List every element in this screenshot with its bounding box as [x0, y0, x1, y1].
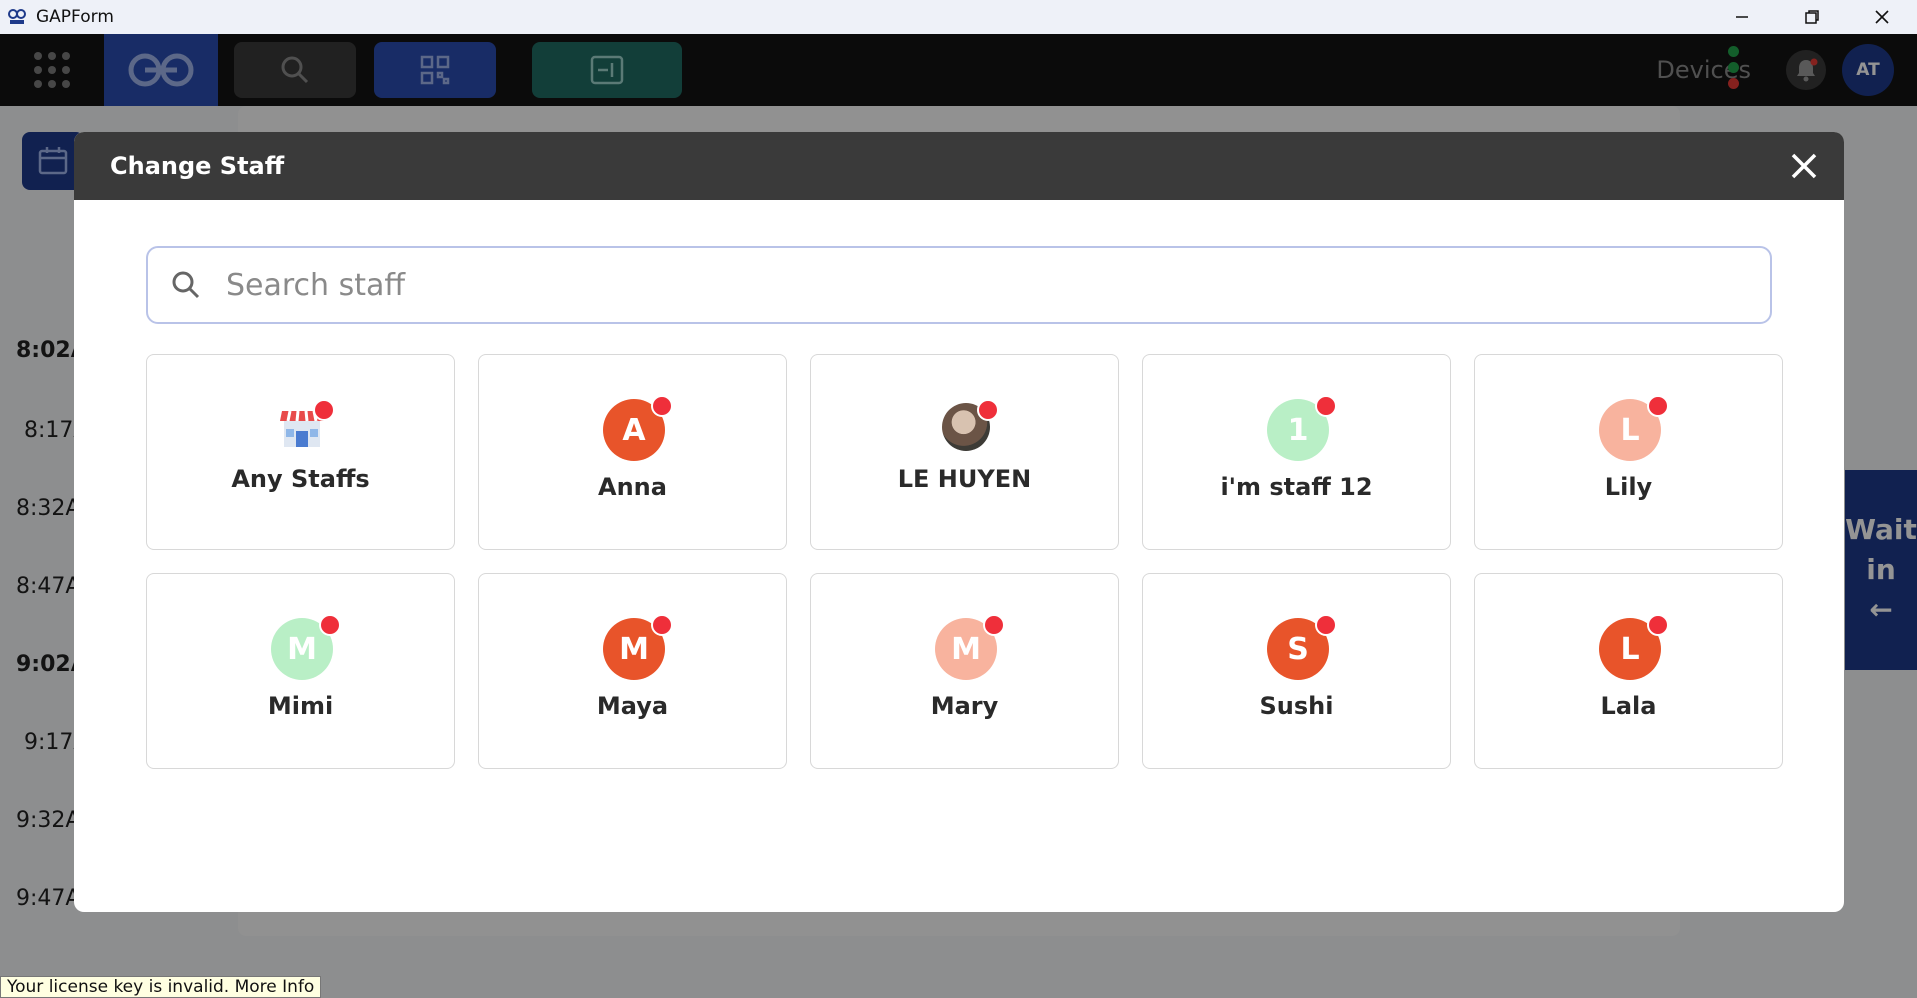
- staff-card[interactable]: M Mary: [810, 573, 1119, 769]
- minimize-button[interactable]: [1707, 0, 1777, 34]
- staff-card[interactable]: S Sushi: [1142, 573, 1451, 769]
- staff-name: Maya: [596, 692, 669, 720]
- status-dot: [1647, 395, 1669, 417]
- staff-card[interactable]: Any Staffs: [146, 354, 455, 550]
- dialog-title: Change Staff: [110, 152, 285, 180]
- staff-card[interactable]: 1 i'm staff 12: [1142, 354, 1451, 550]
- staff-name: Lala: [1600, 692, 1657, 720]
- status-dot: [983, 614, 1005, 636]
- status-dot: [313, 399, 335, 421]
- staff-name: Mary: [930, 692, 999, 720]
- status-dot: [1647, 614, 1669, 636]
- status-dot: [977, 399, 999, 421]
- staff-card[interactable]: M Maya: [478, 573, 787, 769]
- staff-search-box[interactable]: [146, 246, 1772, 324]
- app-logo-icon: [6, 6, 28, 28]
- close-window-button[interactable]: [1847, 0, 1917, 34]
- staff-card[interactable]: LE HUYEN: [810, 354, 1119, 550]
- staff-name: LE HUYEN: [897, 465, 1032, 493]
- dialog-header: Change Staff: [74, 132, 1844, 200]
- staff-name: Mimi: [267, 692, 334, 720]
- restore-button[interactable]: [1777, 0, 1847, 34]
- staff-name: i'm staff 12: [1220, 473, 1373, 501]
- staff-card[interactable]: L Lala: [1474, 573, 1783, 769]
- window-titlebar: GAPForm: [0, 0, 1917, 34]
- license-warning[interactable]: Your license key is invalid. More Info: [0, 976, 322, 998]
- staff-card[interactable]: A Anna: [478, 354, 787, 550]
- staff-name: Sushi: [1259, 692, 1334, 720]
- status-dot: [651, 395, 673, 417]
- search-staff-input[interactable]: [226, 267, 1726, 303]
- change-staff-dialog: Change Staff Any Staffs AAnna LE HUYEN 1i'm…: [74, 132, 1844, 912]
- search-icon: [168, 267, 204, 303]
- close-dialog-button[interactable]: [1786, 148, 1822, 184]
- toolbar-dim-overlay: [0, 34, 1917, 106]
- staff-card[interactable]: M Mimi: [146, 573, 455, 769]
- staff-card[interactable]: L Lily: [1474, 354, 1783, 550]
- status-dot: [1315, 614, 1337, 636]
- status-dot: [319, 614, 341, 636]
- status-dot: [1315, 395, 1337, 417]
- status-dot: [651, 614, 673, 636]
- staff-name: Any Staffs: [231, 465, 370, 493]
- window-title: GAPForm: [36, 7, 114, 27]
- staff-name: Anna: [598, 473, 667, 501]
- staff-name: Lily: [1604, 473, 1653, 501]
